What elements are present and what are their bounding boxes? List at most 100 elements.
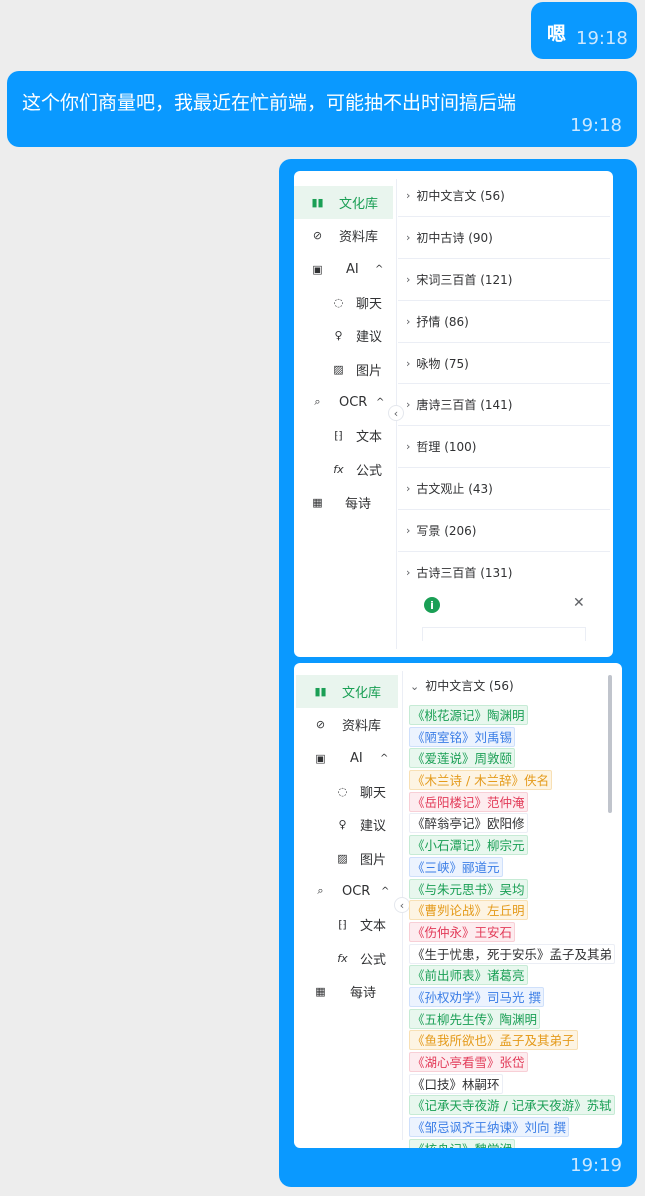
menu-item-materials[interactable]: ⊘ 资料库	[296, 708, 398, 741]
chat-bubble-icon: ◌	[333, 296, 344, 310]
poem-tag[interactable]: 《伤仲永》王安石	[409, 921, 516, 942]
poem-tag[interactable]: 《陋室铭》刘禹锡	[409, 726, 516, 747]
scrollbar[interactable]	[608, 675, 612, 813]
category-list: › 初中文言文 (56) › 初中古诗 (90) › 宋词三百首 (121) › 抒情 …	[398, 175, 610, 594]
menu-item-materials[interactable]: ⊘ 资料库	[294, 219, 393, 252]
picture-icon: ▨	[333, 362, 344, 376]
message-time: 19:18	[576, 28, 628, 49]
menu-item-text[interactable]: ⁅⁆ 文本	[294, 419, 393, 452]
chevron-up-icon: ^	[380, 752, 389, 764]
poem-tag[interactable]: 《与朱元思书》吴均	[409, 878, 528, 899]
message-bubble: 嗯 19:18	[531, 2, 637, 59]
poem-tag[interactable]: 《木兰诗 / 木兰辞》佚名	[409, 770, 553, 791]
menu-item-suggest[interactable]: ♀ 建议	[294, 319, 393, 352]
message-time: 19:19	[570, 1155, 622, 1176]
chevron-right-icon: ›	[406, 482, 411, 496]
poem-tag[interactable]: 《生于忧患，死于安乐》孟子及其弟	[409, 943, 616, 964]
scan-text-icon: ⁅⁆	[338, 918, 347, 932]
category-item[interactable]: › 古诗三百首 (131)	[398, 552, 610, 594]
menu-item-ocr[interactable]: ⌕ OCR ^	[294, 386, 393, 419]
poem-tag[interactable]: 《前出师表》诸葛亮	[409, 965, 528, 986]
menu-item-library[interactable]: ▮▮ 文化库	[296, 675, 398, 709]
side-menu: ▮▮ 文化库 ⊘ 资料库 ▣ AI ^ ◌ 聊天 ♀ 建议 ▨ 图片 ⌕ OCR…	[294, 186, 393, 657]
side-menu: ▮▮ 文化库 ⊘ 资料库 ▣ AI ^ ◌ 聊天 ♀ 建议 ▨ 图片 ⌕ OCR…	[296, 675, 398, 1148]
poem-list: 《桃花源记》陶渊明 《陋室铭》刘禹锡 《爱莲说》周敦颐 《木兰诗 / 木兰辞》佚名 《岳…	[409, 705, 621, 1148]
category-item[interactable]: › 抒情 (86)	[398, 301, 610, 343]
poem-tag[interactable]: 《岳阳楼记》范仲淹	[409, 791, 528, 812]
menu-item-chat[interactable]: ◌ 聊天	[296, 775, 398, 808]
poem-tag[interactable]: 《五柳先生传》陶渊明	[409, 1008, 541, 1029]
menu-item-daily[interactable]: ▦ 每诗	[294, 486, 393, 519]
chevron-right-icon: ›	[406, 314, 411, 328]
poem-tag[interactable]: 《曹刿论战》左丘明	[409, 900, 528, 921]
bookshelf-icon: ▮▮	[314, 685, 327, 699]
message-time: 19:18	[570, 115, 622, 136]
menu-item-ocr[interactable]: ⌕ OCR ^	[296, 875, 398, 908]
category-item[interactable]: › 宋词三百首 (121)	[398, 259, 610, 301]
chevron-right-icon: ›	[406, 398, 411, 412]
chevron-right-icon: ›	[406, 566, 411, 580]
category-item[interactable]: › 哲理 (100)	[398, 426, 610, 469]
poem-tag[interactable]: 《三峡》郦道元	[409, 856, 503, 877]
collapse-sidebar-button[interactable]: ‹	[394, 897, 410, 913]
poem-tag[interactable]: 《小石潭记》柳宗元	[409, 835, 528, 856]
category-item[interactable]: › 初中文言文 (56)	[398, 175, 610, 217]
menu-item-text[interactable]: ⁅⁆ 文本	[296, 908, 398, 941]
paperclip-icon: ⊘	[315, 718, 326, 732]
lightbulb-icon: ♀	[334, 329, 343, 343]
chevron-right-icon: ›	[406, 188, 411, 202]
menu-item-chat[interactable]: ◌ 聊天	[294, 286, 393, 319]
screenshot-collapsed-list[interactable]: ▮▮ 文化库 ⊘ 资料库 ▣ AI ^ ◌ 聊天 ♀ 建议 ▨ 图片 ⌕ OCR…	[294, 171, 613, 657]
notification-body	[422, 627, 586, 641]
image-message-bubble: ▮▮ 文化库 ⊘ 资料库 ▣ AI ^ ◌ 聊天 ♀ 建议 ▨ 图片 ⌕ OCR…	[279, 159, 637, 1187]
category-item[interactable]: › 古文观止 (43)	[398, 468, 610, 511]
category-item[interactable]: › 唐诗三百首 (141)	[398, 384, 610, 427]
screenshot-expanded-list[interactable]: ▮▮ 文化库 ⊘ 资料库 ▣ AI ^ ◌ 聊天 ♀ 建议 ▨ 图片 ⌕ OCR…	[294, 663, 622, 1148]
menu-item-ai[interactable]: ▣ AI ^	[294, 253, 393, 286]
fx-icon: fx	[333, 462, 344, 476]
menu-item-daily[interactable]: ▦ 每诗	[296, 975, 398, 1008]
chevron-up-icon: ^	[375, 263, 384, 275]
info-icon: i	[424, 597, 440, 613]
picture-icon: ▨	[337, 851, 348, 865]
chevron-right-icon: ›	[406, 524, 411, 538]
chevron-right-icon: ›	[406, 230, 411, 244]
calendar-icon: ▦	[312, 495, 323, 509]
poem-tag[interactable]: 《邹忌讽齐王纳谏》刘向 撰	[409, 1117, 569, 1138]
expanded-category-header[interactable]: ⌄ 初中文言文 (56)	[410, 677, 514, 694]
menu-item-formula[interactable]: fx 公式	[296, 941, 398, 974]
menu-item-ai[interactable]: ▣ AI ^	[296, 742, 398, 775]
menu-item-image[interactable]: ▨ 图片	[294, 352, 393, 385]
scan-icon: ⌕	[317, 884, 324, 898]
poem-tag[interactable]: 《湖心亭看雪》张岱	[409, 1052, 528, 1072]
category-item[interactable]: › 初中古诗 (90)	[398, 217, 610, 259]
menu-item-formula[interactable]: fx 公式	[294, 452, 393, 485]
menu-item-suggest[interactable]: ♀ 建议	[296, 808, 398, 841]
poem-tag[interactable]: 《鱼我所欲也》孟子及其弟子	[409, 1030, 578, 1051]
calendar-icon: ▦	[315, 984, 326, 998]
fx-icon: fx	[337, 951, 348, 965]
chat-bubble-icon: ◌	[337, 785, 348, 799]
bookshelf-icon: ▮▮	[311, 196, 324, 210]
message-text: 这个你们商量吧，我最近在忙前端，可能抽不出时间搞后端	[22, 92, 517, 114]
scan-icon: ⌕	[314, 395, 321, 409]
message-text: 嗯	[547, 23, 567, 45]
menu-item-library[interactable]: ▮▮ 文化库	[294, 186, 393, 220]
poem-tag[interactable]: 《孙权劝学》司马光 撰	[409, 986, 544, 1007]
poem-tag[interactable]: 《核舟记》魏学洢	[409, 1138, 516, 1148]
close-icon[interactable]: ✕	[573, 595, 585, 611]
chevron-right-icon: ›	[406, 440, 411, 454]
poem-tag[interactable]: 《口技》林嗣环	[409, 1073, 503, 1094]
category-item[interactable]: › 写景 (206)	[398, 510, 610, 553]
poem-tag[interactable]: 《爱莲说》周敦颐	[409, 748, 516, 769]
poem-tag[interactable]: 《桃花源记》陶渊明	[409, 705, 528, 725]
notification: i ✕	[398, 591, 598, 641]
message-bubble: 这个你们商量吧，我最近在忙前端，可能抽不出时间搞后端 19:18	[7, 71, 637, 147]
scan-text-icon: ⁅⁆	[334, 429, 343, 443]
menu-item-image[interactable]: ▨ 图片	[296, 841, 398, 874]
lightbulb-icon: ♀	[338, 818, 347, 832]
poem-tag[interactable]: 《记承天寺夜游 / 记承天夜游》苏轼	[409, 1095, 615, 1116]
poem-tag[interactable]: 《醉翁亭记》欧阳修	[409, 813, 528, 834]
chevron-up-icon: ^	[376, 396, 385, 408]
category-item[interactable]: › 咏物 (75)	[398, 343, 610, 385]
